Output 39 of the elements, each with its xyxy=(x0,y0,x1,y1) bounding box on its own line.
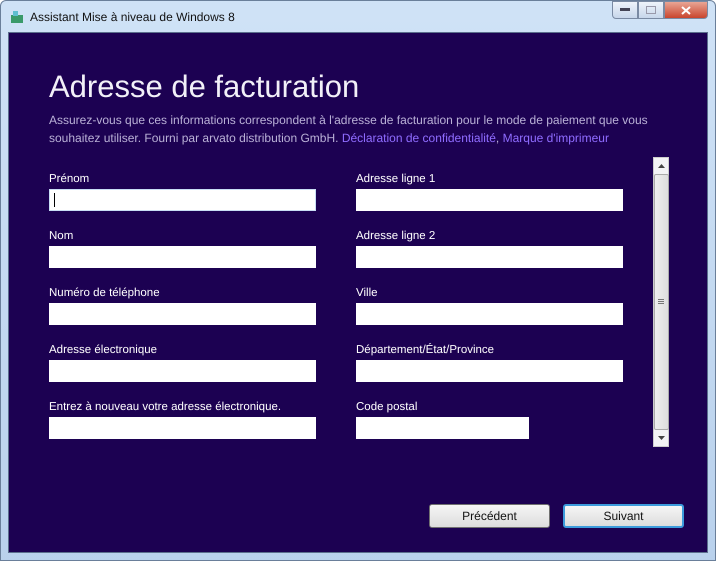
link[interactable]: Déclaration de confidentialité xyxy=(342,131,496,145)
field-label: Prénom xyxy=(49,173,90,186)
input-field[interactable] xyxy=(356,189,623,211)
app-icon xyxy=(10,10,24,24)
scrollbar-thumb[interactable] xyxy=(654,174,668,430)
field-label: Numéro de téléphone xyxy=(49,287,161,300)
field-label: Ville xyxy=(356,287,379,300)
description-text: Assurez-vous que ces informations correspondent à l'adresse de facturation pour le mode de paiement que vous souhaitez utiliser. Fourni par arvato distribution GmbH. Déclaration de confidentialité, Marque d'imprimeur xyxy=(49,112,649,147)
field-label: Nom xyxy=(49,230,74,243)
field-label: Département/État/Province xyxy=(356,344,496,357)
link[interactable]: Marque d'imprimeur xyxy=(502,131,609,145)
input-field[interactable] xyxy=(356,246,623,268)
close-button[interactable] xyxy=(664,1,708,19)
close-icon xyxy=(681,6,691,14)
field-label: Adresse ligne 1 xyxy=(356,173,436,186)
input-field[interactable] xyxy=(356,360,623,382)
window-title: Assistant Mise à niveau de Windows 8 xyxy=(30,10,235,24)
page-heading: Adresse de facturation xyxy=(49,69,360,105)
scroll-down-icon[interactable] xyxy=(658,436,664,440)
scrollbar[interactable] xyxy=(653,157,669,447)
minimize-icon xyxy=(620,8,630,12)
maximize-icon xyxy=(646,6,656,14)
dialog-button[interactable]: Suivant xyxy=(563,504,684,528)
input-field[interactable] xyxy=(49,417,316,439)
field-label: Code postal xyxy=(356,401,418,414)
scroll-up-icon[interactable] xyxy=(658,164,664,168)
input-field[interactable] xyxy=(356,303,623,325)
input-field[interactable] xyxy=(49,303,316,325)
field-label: Adresse électronique xyxy=(49,344,158,357)
field-label: Adresse ligne 2 xyxy=(356,230,436,243)
input-field[interactable] xyxy=(49,189,316,211)
input-field[interactable] xyxy=(356,417,529,439)
input-field[interactable] xyxy=(49,360,316,382)
input-field[interactable] xyxy=(49,246,316,268)
field-label: Entrez à nouveau votre adresse électronique. xyxy=(49,401,282,414)
separator-text: , xyxy=(496,131,500,145)
text-cursor xyxy=(54,193,55,207)
minimize-button[interactable] xyxy=(612,1,638,19)
dialog-button[interactable]: Précédent xyxy=(429,504,550,528)
